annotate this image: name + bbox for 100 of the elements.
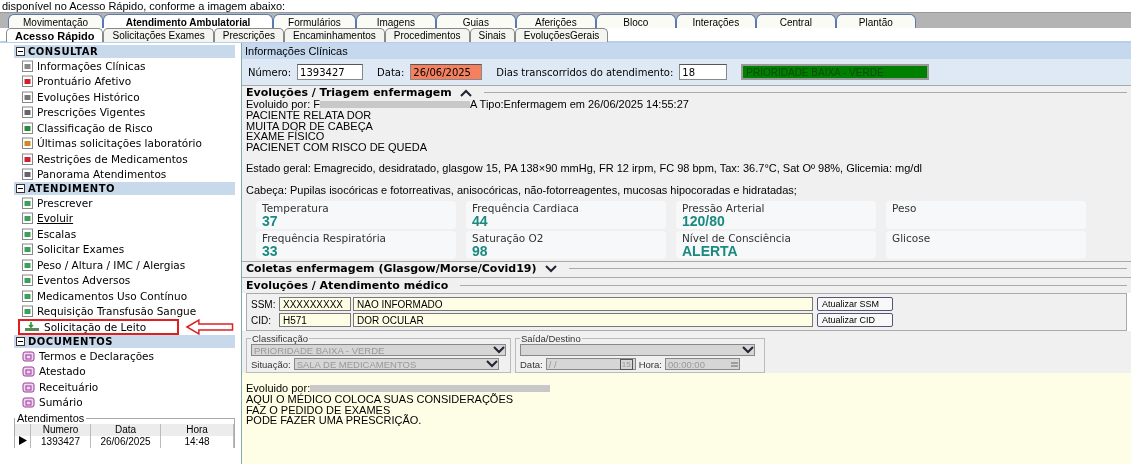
collapse-icon[interactable] xyxy=(16,184,25,193)
field-label: Data: xyxy=(520,358,543,370)
clipboard-icon xyxy=(22,137,33,150)
collapse-icon[interactable] xyxy=(16,337,25,346)
sidebar-item[interactable]: Escalas xyxy=(14,226,77,242)
vital-value: 44 xyxy=(472,214,488,229)
sidebar-item[interactable]: Evoluções Histórico xyxy=(14,89,140,105)
sidebar-item[interactable]: Eventos Adversos xyxy=(14,272,131,288)
group-title: Classificação xyxy=(251,333,309,344)
tab[interactable]: EvoluçõesGerais xyxy=(514,28,609,42)
section-title: ATENDIMENTO xyxy=(28,183,115,194)
panel-title: Informações Clínicas xyxy=(242,43,1131,59)
section-title: Coletas enfermagem (Glasgow/Morse/Covid19) xyxy=(246,262,537,275)
clipboard-icon xyxy=(22,152,33,165)
chevron-down-icon[interactable] xyxy=(544,264,557,273)
tab[interactable]: Prescrições xyxy=(213,28,284,42)
sidebar-item[interactable]: Panorama Atendimentos xyxy=(14,166,167,182)
sidebar-item[interactable]: Evoluir xyxy=(14,210,74,226)
input-field[interactable]: 26/06/2025 xyxy=(410,64,483,80)
vital-label: Pressão Arterial xyxy=(682,203,766,214)
note-line: PACIENET COM RISCO DE QUEDA xyxy=(246,141,429,152)
field-label: Data: xyxy=(377,66,405,78)
column-header: Hora xyxy=(161,424,234,436)
clipboard-icon xyxy=(22,305,33,318)
document-icon xyxy=(22,380,35,393)
field-label: Número: xyxy=(248,66,292,78)
sidebar-item[interactable]: Prontuário Afetivo xyxy=(14,73,132,89)
tab[interactable]: Procedimentos xyxy=(384,28,470,42)
sidebar-item[interactable]: Solicitar Exames xyxy=(14,241,125,257)
tab[interactable]: Acesso Rápido xyxy=(6,28,104,42)
note-line: PACIENTE RELATA DOR xyxy=(246,110,373,121)
arrow-annotation xyxy=(185,319,235,335)
sidebar-item[interactable]: Sumário xyxy=(14,394,83,410)
field-label: Situação: xyxy=(251,358,291,370)
update-button[interactable]: Atualizar CID xyxy=(817,313,893,327)
note-line: AQUI O MÉDICO COLOCA SUAS CONSIDERAÇÕES xyxy=(246,394,515,405)
column-header: Data xyxy=(91,424,161,436)
author-text: Evoluido por: xyxy=(246,383,311,394)
note-paragraph: Estado geral: Emagrecido, desidratado, glasgow 15, PA 138×90 mmHg, FR 12 irpm, FC 98 bpm, Tax: 36.7°C, Sat Oº 98%, Glicemia: mg/dl xyxy=(246,163,923,174)
field-label: Dias transcorridos do atendimento: xyxy=(496,66,674,78)
vital-label: Frequência Cardiaca xyxy=(472,203,580,214)
document-icon xyxy=(22,396,35,409)
sidebar-item[interactable]: Restrições de Medicamentos xyxy=(14,151,188,167)
update-button[interactable]: Atualizar SSM xyxy=(817,297,893,311)
vital-value: ALERTA xyxy=(682,244,739,259)
sidebar-item[interactable]: Últimas solicitações laboratório xyxy=(14,135,202,151)
caption-text: disponível no Acesso Rápido, conforme a imagem abaixo: xyxy=(2,0,286,12)
input-field[interactable]: 18 xyxy=(679,64,728,80)
table-cell: 26/06/2025 xyxy=(91,436,161,448)
sidebar-item[interactable]: Informações Clínicas xyxy=(14,58,146,74)
clipboard-icon xyxy=(22,90,33,103)
clipboard-icon xyxy=(22,243,33,256)
clipboard-icon xyxy=(22,75,33,88)
clipboard-icon xyxy=(22,168,33,181)
clipboard-icon xyxy=(22,227,33,240)
description-field[interactable]: DOR OCULAR xyxy=(353,313,813,327)
sidebar-item[interactable]: Prescrições Vigentes xyxy=(14,104,146,120)
section-header[interactable]: CONSULTAR xyxy=(14,45,235,58)
sidebar-item[interactable]: Peso / Altura / IMC / Alergias xyxy=(14,257,186,273)
field-label: SSM: xyxy=(251,298,277,310)
tab[interactable]: Sinais xyxy=(469,28,515,42)
description-field[interactable]: NAO INFORMADO xyxy=(353,297,813,311)
sidebar-item[interactable]: Medicamentos Uso Contínuo xyxy=(14,288,188,304)
table-cell: 1393427 xyxy=(31,436,91,448)
tab[interactable]: Encaminhamentos xyxy=(284,28,385,42)
vital-value: 37 xyxy=(262,214,278,229)
section-header[interactable]: ATENDIMENTO xyxy=(14,182,235,195)
tab[interactable]: Solicitações Exames xyxy=(103,28,214,42)
column-header: Numero xyxy=(31,424,91,436)
note-paragraph: Cabeça: Pupilas isocóricas e fotorreativas, anisocóricas, não-fotorreagentes, mucosas hipocoradas e hidratadas; xyxy=(246,184,798,195)
group-title: Saída/Destino xyxy=(520,333,582,344)
table-cell: 14:48 xyxy=(161,436,234,448)
table-corner xyxy=(15,424,31,436)
code-field[interactable]: H571 xyxy=(279,313,351,327)
sidebar-item[interactable]: Requisição Transfusão Sangue xyxy=(14,303,197,319)
section-title: CONSULTAR xyxy=(28,46,99,57)
sidebar-item[interactable]: Termos e Declarações xyxy=(14,348,155,364)
sidebar-item[interactable]: Receituário xyxy=(14,379,99,395)
input-field[interactable]: 1393427 xyxy=(297,64,364,80)
sidebar-item[interactable]: Classificação de Risco xyxy=(14,120,153,136)
collapse-icon[interactable] xyxy=(16,47,25,56)
vital-label: Saturação O2 xyxy=(472,233,545,244)
vital-label: Frequência Respiratória xyxy=(262,233,388,244)
sidebar-item[interactable]: Solicitação de Leito xyxy=(18,319,180,335)
sidebar-item[interactable]: Atestado xyxy=(14,363,86,379)
note-line: EXAME FÍSICO xyxy=(246,131,326,142)
vital-label: Peso xyxy=(892,203,918,214)
vital-label: Glicose xyxy=(892,233,932,244)
chevron-up-icon[interactable] xyxy=(459,88,472,97)
clipboard-icon xyxy=(22,258,33,271)
clipboard-icon xyxy=(22,212,33,225)
clipboard-icon xyxy=(22,274,33,287)
sidebar-item[interactable]: Prescrever xyxy=(14,195,93,211)
author-text: A Tipo:Enfermagem em 26/06/2025 14:55:27 xyxy=(470,99,689,110)
section-title: Evoluções / Atendimento médico xyxy=(246,279,449,292)
code-field[interactable]: XXXXXXXXX xyxy=(279,297,351,311)
section-header[interactable]: DOCUMENTOS xyxy=(14,335,235,348)
group-title: Atendimentos xyxy=(16,412,86,424)
clipboard-icon xyxy=(22,289,33,302)
vital-value: 33 xyxy=(262,244,278,259)
